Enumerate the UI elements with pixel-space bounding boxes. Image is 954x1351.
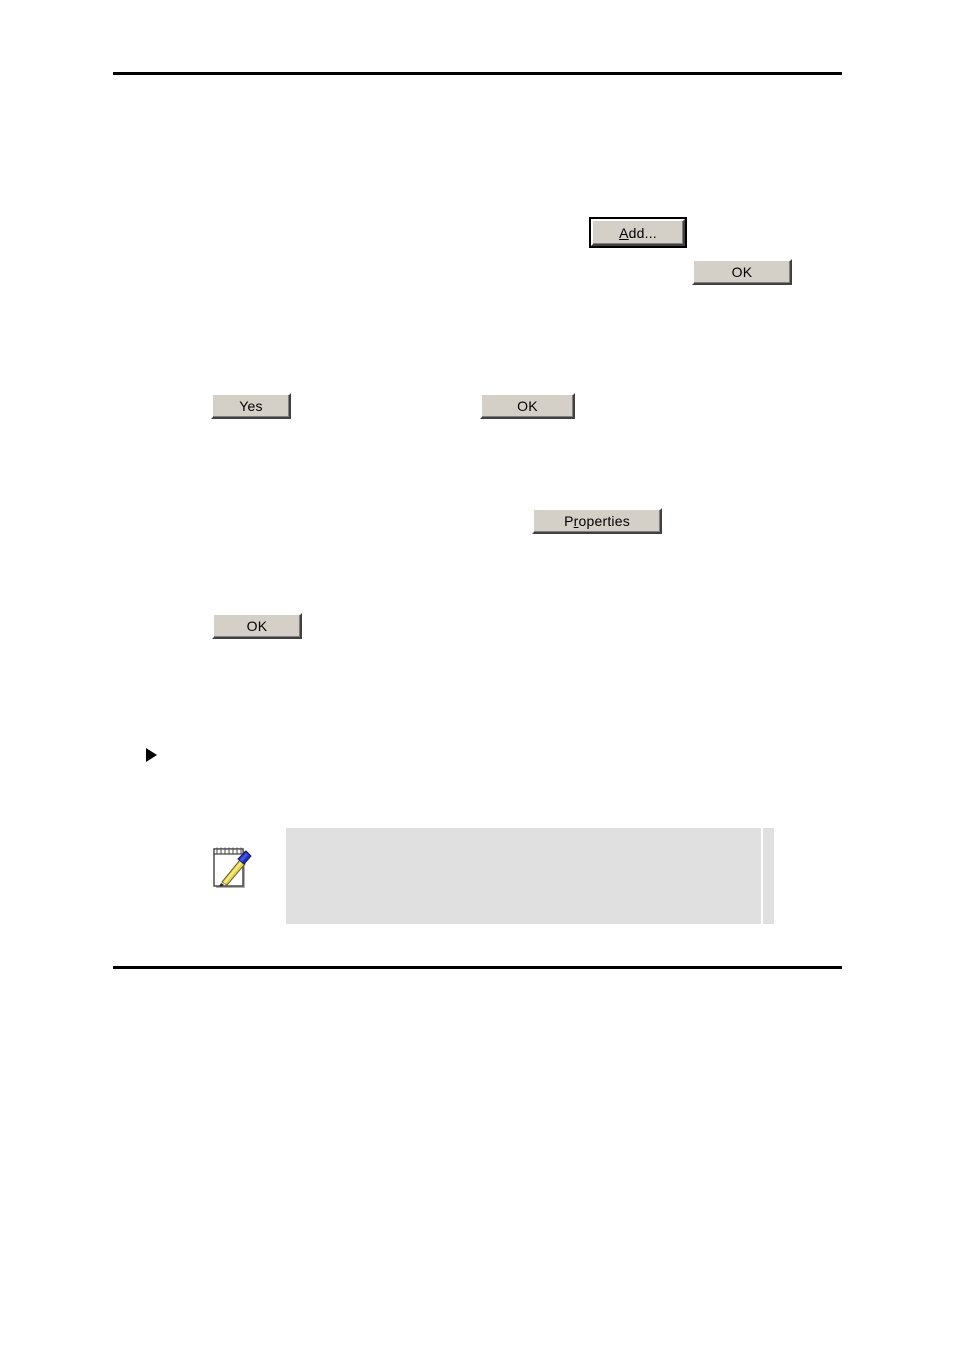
add-button-accelerator: A [619, 224, 629, 241]
properties-button-label-head: P [564, 513, 574, 529]
footer-rule [113, 966, 842, 969]
note-box [286, 828, 774, 924]
properties-button-label-rest: operties [578, 513, 630, 529]
add-button[interactable]: Add... [589, 217, 687, 248]
document-page: Add... OK Yes OK Properties OK [0, 0, 954, 1351]
properties-button[interactable]: Properties [532, 508, 662, 534]
ok-button-1-label: OK [731, 264, 753, 280]
ok-button-1[interactable]: OK [692, 259, 792, 285]
add-button-label-rest: dd... [628, 224, 657, 241]
yes-button-label: Yes [239, 398, 263, 414]
note-body-text [300, 838, 750, 914]
triangle-right-icon [146, 748, 157, 762]
add-button-label: Add... [619, 226, 657, 240]
ok-button-2[interactable]: OK [480, 393, 575, 419]
ok-button-3-label: OK [246, 618, 268, 634]
ok-button-2-label: OK [517, 398, 538, 414]
note-callout [210, 828, 774, 924]
yes-button[interactable]: Yes [211, 393, 291, 419]
header-rule [113, 72, 842, 75]
note-box-divider [761, 828, 763, 924]
properties-button-label: Properties [564, 514, 630, 528]
ok-button-3[interactable]: OK [212, 613, 302, 639]
notepad-pen-icon [210, 844, 252, 890]
